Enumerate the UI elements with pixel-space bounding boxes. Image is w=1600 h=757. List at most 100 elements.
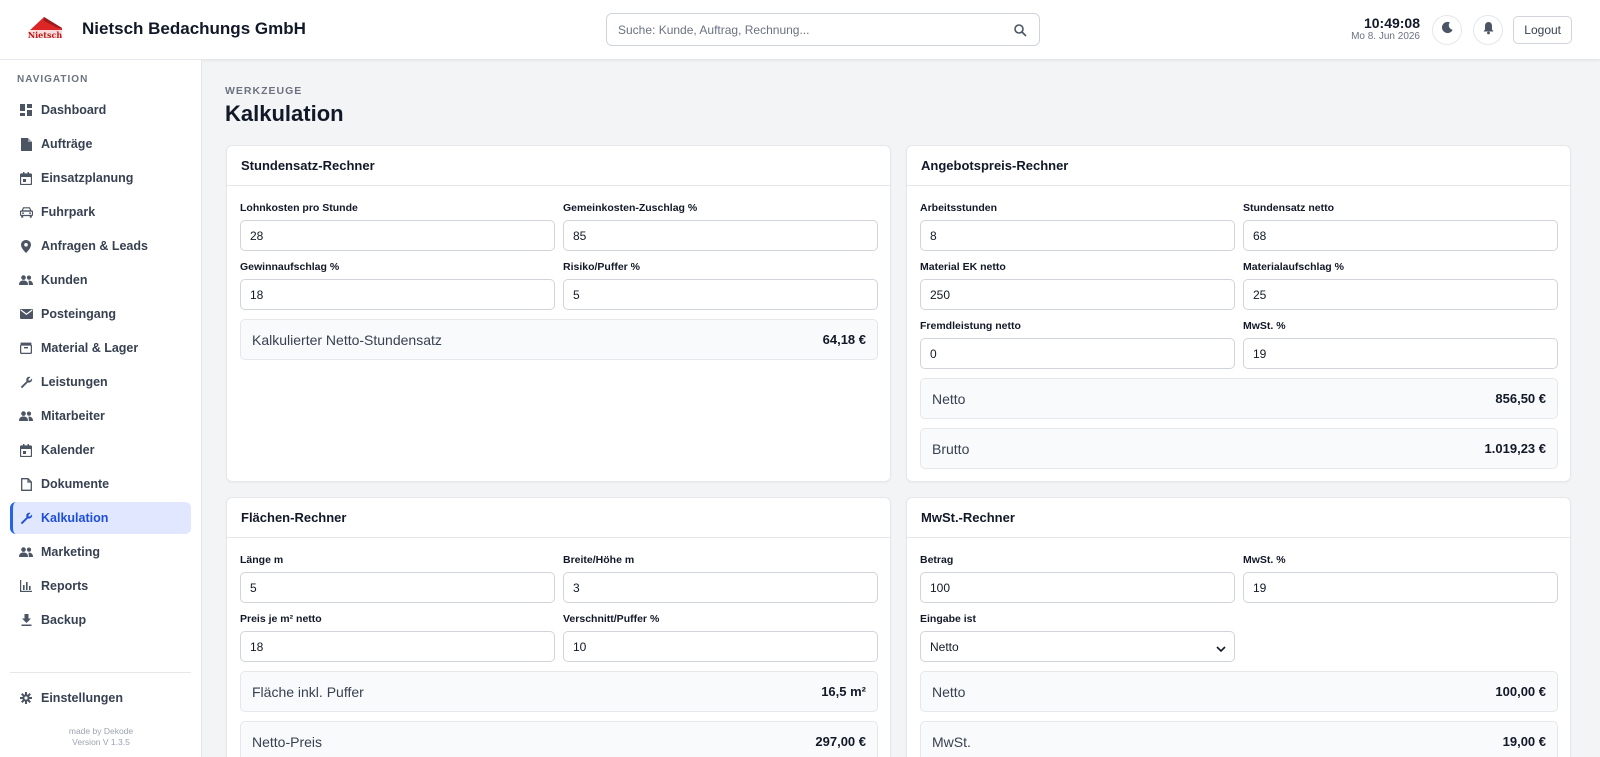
aufschlag-label: Materialaufschlag % xyxy=(1243,261,1344,273)
lohn-label: Lohnkosten pro Stunde xyxy=(240,202,358,214)
material-input[interactable] xyxy=(920,279,1235,310)
sidebar-item-label: Einsatzplanung xyxy=(41,171,134,185)
clock-date: Mo 8. Jun 2026 xyxy=(1351,31,1420,42)
verschnitt-input[interactable] xyxy=(563,631,878,662)
sidebar-item-label: Posteingang xyxy=(41,307,117,321)
search-icon[interactable] xyxy=(1013,23,1027,37)
people-icon xyxy=(19,273,33,287)
clock-time: 10:49:08 xyxy=(1363,15,1420,31)
sidebar-item-label: Marketing xyxy=(41,545,101,559)
logo-text: Nietsch xyxy=(28,30,63,40)
stunden-input[interactable] xyxy=(920,220,1235,251)
eingabe-label: Eingabe ist xyxy=(920,613,977,625)
gewinn-label: Gewinnaufschlag % xyxy=(240,261,340,273)
sidebar-item-backup[interactable]: Backup xyxy=(10,604,191,636)
betrag-input[interactable] xyxy=(920,572,1235,603)
sidebar-item-anfragen[interactable]: Anfragen & Leads xyxy=(10,230,191,262)
sidebar-item-material[interactable]: Material & Lager xyxy=(10,332,191,364)
file-icon xyxy=(19,477,33,491)
satz-input[interactable] xyxy=(1243,220,1558,251)
sidebar-item-einsatzplanung[interactable]: Einsatzplanung xyxy=(10,162,191,194)
mwst-percent-label: MwSt. % xyxy=(1243,554,1286,566)
mwst-percent-input[interactable] xyxy=(1243,572,1558,603)
card-stundensatz: Stundensatz-Rechner Lohnkosten pro Stund… xyxy=(226,145,891,482)
aufschlag-input[interactable] xyxy=(1243,279,1558,310)
result-value: 1.019,23 € xyxy=(1484,441,1546,456)
sidebar-item-reports[interactable]: Reports xyxy=(10,570,191,602)
sidebar-item-label: Fuhrpark xyxy=(41,205,96,219)
sidebar-item-posteingang[interactable]: Posteingang xyxy=(10,298,191,330)
sidebar-item-label: Mitarbeiter xyxy=(41,409,105,423)
mwst-input[interactable] xyxy=(1243,338,1558,369)
sidebar-item-label: Backup xyxy=(41,613,87,627)
sidebar-item-kunden[interactable]: Kunden xyxy=(10,264,191,296)
sidebar-item-kalender[interactable]: Kalender xyxy=(10,434,191,466)
sidebar-item-marketing[interactable]: Marketing xyxy=(10,536,191,568)
breite-input[interactable] xyxy=(563,572,878,603)
calendar-icon xyxy=(19,443,33,457)
global-search[interactable] xyxy=(606,13,1040,46)
card-flaechen: Flächen-Rechner Länge m Breite/Höhe m Pr… xyxy=(226,497,891,757)
risiko-input[interactable] xyxy=(563,279,878,310)
dashboard-icon xyxy=(19,103,33,117)
betrag-label: Betrag xyxy=(920,554,954,566)
sidebar-item-dashboard[interactable]: Dashboard xyxy=(10,94,191,126)
card-title: Flächen-Rechner xyxy=(227,498,890,538)
car-icon xyxy=(19,205,33,219)
result-netto: Netto 856,50 € xyxy=(920,378,1558,419)
result-mwst-netto: Netto 100,00 € xyxy=(920,671,1558,712)
result-label: MwSt. xyxy=(932,733,971,750)
card-title: Stundensatz-Rechner xyxy=(227,146,890,186)
card-title: MwSt.-Rechner xyxy=(907,498,1570,538)
calendar-icon xyxy=(19,171,33,185)
fremd-input[interactable] xyxy=(920,338,1235,369)
preis-input[interactable] xyxy=(240,631,555,662)
sidebar-item-label: Kalender xyxy=(41,443,95,457)
verschnitt-label: Verschnitt/Puffer % xyxy=(563,613,660,625)
wrench-icon xyxy=(19,375,33,389)
card-title: Angebotspreis-Rechner xyxy=(907,146,1570,186)
app-header: Nietsch Nietsch Bedachungs GmbH 10:49:08… xyxy=(0,0,1600,60)
sidebar-item-label: Aufträge xyxy=(41,137,93,151)
sidebar-item-fuhrpark[interactable]: Fuhrpark xyxy=(10,196,191,228)
sidebar-item-label: Einstellungen xyxy=(41,691,123,705)
gemein-input[interactable] xyxy=(563,220,878,251)
company-name: Nietsch Bedachungs GmbH xyxy=(82,19,306,38)
location-pin-icon xyxy=(19,239,33,253)
nav-title: NAVIGATION xyxy=(17,74,89,85)
notifications-button[interactable] xyxy=(1473,15,1503,45)
sidebar-item-leistungen[interactable]: Leistungen xyxy=(10,366,191,398)
people-icon xyxy=(19,545,33,559)
search-input[interactable] xyxy=(607,22,997,37)
sidebar-item-dokumente[interactable]: Dokumente xyxy=(10,468,191,500)
sidebar-item-kalkulation[interactable]: Kalkulation xyxy=(10,502,191,534)
logout-button[interactable]: Logout xyxy=(1513,16,1572,44)
sidebar-item-label: Kalkulation xyxy=(41,511,109,525)
sidebar-item-mitarbeiter[interactable]: Mitarbeiter xyxy=(10,400,191,432)
people-icon xyxy=(19,409,33,423)
page-kicker: WERKZEUGE xyxy=(225,85,303,97)
card-mwst: MwSt.-Rechner Betrag MwSt. % Eingabe ist… xyxy=(906,497,1571,757)
bell-icon xyxy=(1482,21,1495,40)
gewinn-input[interactable] xyxy=(240,279,555,310)
material-label: Material EK netto xyxy=(920,261,1006,273)
sidebar-item-einstellungen[interactable]: Einstellungen xyxy=(10,682,191,714)
result-value: 16,5 m² xyxy=(821,684,866,699)
fremd-label: Fremdleistung netto xyxy=(920,320,1021,332)
laenge-input[interactable] xyxy=(240,572,555,603)
bar-chart-icon xyxy=(19,579,33,593)
result-label: Kalkulierter Netto-Stundensatz xyxy=(252,331,442,348)
result-flaeche: Fläche inkl. Puffer 16,5 m² xyxy=(240,671,878,712)
satz-label: Stundensatz netto xyxy=(1243,202,1334,214)
preis-label: Preis je m² netto xyxy=(240,613,322,625)
stunden-label: Arbeitsstunden xyxy=(920,202,998,214)
result-label: Netto xyxy=(932,683,966,700)
result-brutto: Brutto 1.019,23 € xyxy=(920,428,1558,469)
eingabe-select[interactable]: Netto xyxy=(920,631,1235,662)
dark-mode-toggle[interactable] xyxy=(1432,15,1462,45)
result-nettopreis: Netto-Preis 297,00 € xyxy=(240,721,878,757)
sidebar-item-auftraege[interactable]: Aufträge xyxy=(10,128,191,160)
result-label: Brutto xyxy=(932,440,970,457)
company-logo[interactable]: Nietsch xyxy=(24,14,66,44)
lohn-input[interactable] xyxy=(240,220,555,251)
